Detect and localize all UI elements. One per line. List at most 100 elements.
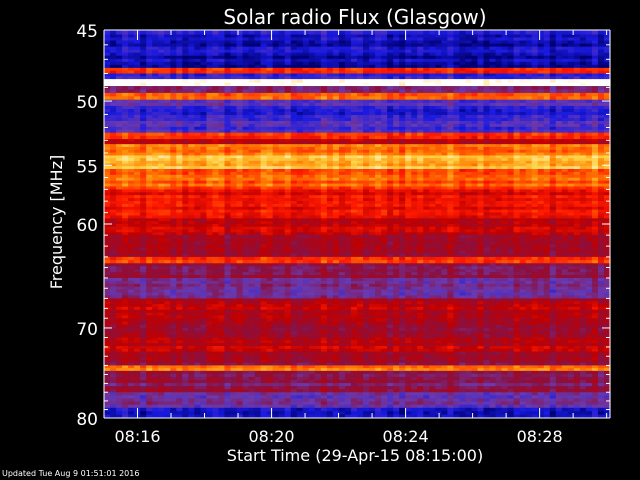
heatmap-cell bbox=[537, 64, 545, 69]
heatmap-cell bbox=[302, 52, 310, 57]
heatmap-cell bbox=[447, 155, 454, 159]
heatmap-cell bbox=[447, 135, 454, 140]
heatmap-cell bbox=[519, 46, 527, 51]
heatmap-cell bbox=[447, 152, 454, 156]
heatmap-cell bbox=[242, 129, 250, 134]
heatmap-cell bbox=[381, 152, 388, 156]
heatmap-cell bbox=[537, 30, 545, 35]
heatmap-cell bbox=[188, 129, 195, 134]
heatmap-cell bbox=[459, 160, 467, 164]
heatmap-cell bbox=[314, 189, 322, 193]
heatmap-cell bbox=[308, 171, 316, 176]
heatmap-cell bbox=[290, 139, 298, 143]
heatmap-cell bbox=[320, 61, 328, 66]
heatmap-cell bbox=[338, 99, 346, 104]
heatmap-cell bbox=[116, 166, 123, 170]
heatmap-cell bbox=[332, 109, 340, 113]
heatmap-cell bbox=[597, 112, 605, 116]
heatmap-cell bbox=[224, 96, 232, 101]
heatmap-cell bbox=[477, 135, 485, 140]
heatmap-cell bbox=[537, 146, 545, 151]
heatmap-cell bbox=[338, 180, 346, 184]
heatmap-cell bbox=[471, 43, 479, 48]
heatmap-cell bbox=[567, 141, 575, 145]
heatmap-cell bbox=[459, 89, 467, 94]
heatmap-cell bbox=[302, 203, 310, 208]
heatmap-cell bbox=[477, 58, 485, 63]
heatmap-cell bbox=[134, 105, 141, 110]
heatmap-cell bbox=[477, 37, 485, 41]
heatmap-cell bbox=[164, 144, 171, 148]
heatmap-cell bbox=[513, 195, 521, 199]
heatmap-cell bbox=[116, 189, 123, 193]
heatmap-cell bbox=[212, 112, 220, 116]
heatmap-cell bbox=[224, 82, 232, 87]
heatmap-cell bbox=[284, 70, 292, 74]
heatmap-cell bbox=[254, 123, 262, 128]
heatmap-cell bbox=[441, 163, 448, 167]
heatmap-cell bbox=[411, 152, 418, 156]
heatmap-cell bbox=[206, 174, 214, 179]
heatmap-cell bbox=[296, 89, 304, 94]
heatmap-cell bbox=[194, 43, 201, 48]
heatmap-cell bbox=[459, 70, 467, 74]
heatmap-cell bbox=[507, 186, 515, 190]
heatmap-cell bbox=[483, 40, 491, 44]
heatmap-cell bbox=[260, 89, 268, 94]
heatmap-cell bbox=[465, 186, 473, 190]
heatmap-cell bbox=[567, 160, 575, 164]
heatmap-cell bbox=[338, 139, 346, 143]
heatmap-cell bbox=[405, 52, 412, 57]
heatmap-cell bbox=[104, 177, 111, 182]
heatmap-cell bbox=[254, 158, 262, 162]
heatmap-cell bbox=[447, 67, 454, 72]
heatmap-cell bbox=[182, 34, 189, 38]
heatmap-cell bbox=[242, 79, 250, 83]
heatmap-cell bbox=[236, 64, 244, 69]
heatmap-cell bbox=[152, 183, 159, 187]
heatmap-cell bbox=[338, 109, 346, 113]
heatmap-cell bbox=[537, 135, 545, 140]
heatmap-cell bbox=[471, 141, 479, 145]
heatmap-cell bbox=[489, 52, 497, 57]
heatmap-cell bbox=[429, 115, 436, 119]
heatmap-cell bbox=[369, 120, 376, 125]
heatmap-cell bbox=[387, 186, 394, 190]
heatmap-cell bbox=[254, 55, 262, 60]
heatmap-cell bbox=[278, 102, 286, 107]
heatmap-cell bbox=[350, 118, 358, 122]
heatmap-cell bbox=[128, 135, 135, 140]
heatmap-cell bbox=[290, 64, 298, 69]
heatmap-cell bbox=[212, 158, 220, 162]
heatmap-cell bbox=[200, 149, 207, 154]
heatmap-cell bbox=[182, 166, 189, 170]
heatmap-cell bbox=[320, 163, 328, 167]
heatmap-cell bbox=[579, 126, 587, 131]
heatmap-cell bbox=[543, 105, 551, 110]
heatmap-cell bbox=[393, 189, 400, 193]
heatmap-cell bbox=[170, 55, 177, 60]
heatmap-cell bbox=[591, 34, 599, 38]
heatmap-cell bbox=[308, 155, 316, 159]
heatmap-cell bbox=[561, 37, 569, 41]
heatmap-cell bbox=[399, 55, 406, 60]
heatmap-cell bbox=[567, 177, 575, 182]
heatmap-cell bbox=[363, 135, 370, 140]
heatmap-cell bbox=[447, 168, 454, 173]
heatmap-cell bbox=[308, 102, 316, 107]
heatmap-cell bbox=[284, 120, 292, 125]
heatmap-cell bbox=[465, 155, 473, 159]
heatmap-cell bbox=[302, 166, 310, 170]
heatmap-cell bbox=[290, 171, 298, 176]
heatmap-cell bbox=[326, 195, 334, 199]
heatmap-cell bbox=[152, 177, 159, 182]
heatmap-cell bbox=[471, 46, 479, 51]
heatmap-cell bbox=[152, 141, 159, 145]
heatmap-cell bbox=[495, 177, 503, 182]
heatmap-cell bbox=[290, 76, 298, 80]
heatmap-cell bbox=[266, 126, 274, 131]
heatmap-cell bbox=[543, 177, 551, 182]
heatmap-cell bbox=[176, 158, 183, 162]
heatmap-cell bbox=[200, 171, 207, 176]
heatmap-cell bbox=[525, 141, 533, 145]
